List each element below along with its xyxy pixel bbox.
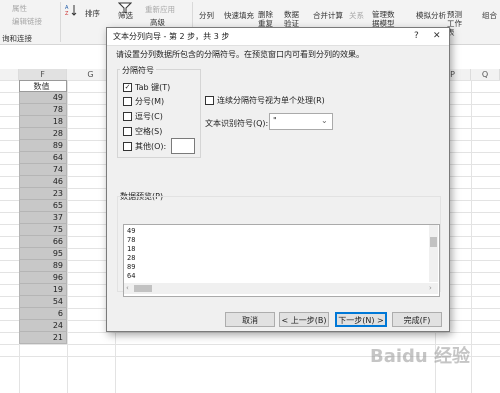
data-cell[interactable]: 49 — [19, 92, 67, 104]
ribbon-group-queries: 询和连接 — [2, 34, 32, 43]
tab-checkbox[interactable]: ✓ — [123, 83, 132, 92]
flash-fill-button[interactable]: 快速填充 — [224, 10, 254, 21]
column-gridline — [67, 80, 68, 393]
data-cell[interactable]: 95 — [19, 248, 67, 260]
ribbon-divider — [60, 2, 61, 42]
filter-button[interactable]: 筛选 — [118, 10, 133, 21]
column-gridline — [471, 80, 472, 393]
qualifier-value: " — [273, 116, 277, 125]
preview-line: 18 — [127, 245, 136, 253]
forecast-sheet-button[interactable]: 预测工作表 — [447, 10, 469, 37]
other-label: 其他(O): — [135, 142, 167, 151]
dialog-title: 文本分列向导 - 第 2 步，共 3 步 — [113, 32, 230, 41]
qualifier-label: 文本识别符号(Q): — [205, 119, 269, 128]
preview-horizontal-scrollbar[interactable]: ‹ › — [124, 283, 438, 294]
data-cell[interactable]: 6 — [19, 308, 67, 320]
corner-cell[interactable] — [0, 69, 19, 80]
finish-button[interactable]: 完成(F) — [392, 312, 442, 327]
chevron-down-icon: ⌄ — [321, 116, 328, 125]
watermark-text: Baidu 经验 — [370, 346, 471, 367]
consolidate-button[interactable]: 合并计算 — [313, 10, 343, 21]
data-cell[interactable]: 54 — [19, 296, 67, 308]
relationships-button[interactable]: 关系 — [349, 10, 364, 21]
semicolon-checkbox[interactable] — [123, 97, 132, 106]
instruction-text: 请设置分列数据所包含的分隔符号。在预览窗口内可看到分列的效果。 — [116, 50, 364, 59]
cancel-button[interactable]: 取消 — [225, 312, 275, 327]
data-cell[interactable]: 18 — [19, 116, 67, 128]
data-cell[interactable]: 19 — [19, 284, 67, 296]
space-checkbox[interactable] — [123, 127, 132, 136]
data-cell[interactable]: 78 — [19, 104, 67, 116]
delimiters-group-label: 分隔符号 — [120, 65, 156, 76]
data-cell[interactable]: 21 — [19, 332, 67, 344]
data-cell[interactable]: 46 — [19, 176, 67, 188]
preview-line: 28 — [127, 254, 136, 262]
preview-pane[interactable]: 49 78 18 28 89 64 ‹ › — [123, 224, 440, 297]
preview-line: 49 — [127, 227, 136, 235]
sort-az-icon[interactable]: AZ — [65, 4, 79, 16]
next-button[interactable]: 下一步(N) > — [335, 312, 387, 327]
data-cell[interactable]: 65 — [19, 200, 67, 212]
vertical-scroll-thumb[interactable] — [430, 237, 437, 247]
preview-line: 64 — [127, 272, 136, 280]
data-cell[interactable]: 96 — [19, 272, 67, 284]
preview-line: 78 — [127, 236, 136, 244]
sort-button[interactable]: 排序 — [85, 8, 100, 19]
data-cell[interactable]: 75 — [19, 224, 67, 236]
help-button[interactable]: ? — [414, 31, 419, 41]
data-cell[interactable]: 89 — [19, 140, 67, 152]
dialog-title-bar: 文本分列向导 - 第 2 步，共 3 步 ? ✕ — [107, 28, 449, 46]
scroll-left-icon[interactable]: ‹ — [126, 284, 129, 292]
horizontal-scroll-thumb[interactable] — [134, 285, 152, 292]
data-cell[interactable]: 89 — [19, 260, 67, 272]
preview-line: 89 — [127, 263, 136, 271]
svg-text:Z: Z — [65, 11, 69, 16]
data-cell[interactable]: 23 — [19, 188, 67, 200]
space-label: 空格(S) — [135, 127, 163, 136]
consecutive-label: 连续分隔符号视为单个处理(R) — [217, 96, 325, 105]
other-checkbox[interactable] — [123, 142, 132, 151]
close-button[interactable]: ✕ — [433, 31, 441, 41]
column-header-q[interactable]: Q — [471, 69, 500, 80]
comma-checkbox[interactable] — [123, 112, 132, 121]
tab-label: Tab 键(T) — [135, 83, 171, 92]
text-to-columns-dialog: 文本分列向导 - 第 2 步，共 3 步 ? ✕ 请设置分列数据所包含的分隔符号… — [106, 27, 450, 332]
row-gridline — [0, 332, 500, 333]
header-cell[interactable]: 数值 — [19, 80, 67, 92]
column-header-f[interactable]: F — [19, 69, 67, 80]
comma-label: 逗号(C) — [135, 112, 163, 121]
data-cell[interactable]: 74 — [19, 164, 67, 176]
qualifier-select[interactable]: " ⌄ — [269, 113, 333, 130]
ribbon-edit-links[interactable]: 编辑链接 — [12, 16, 42, 27]
scroll-right-icon[interactable]: › — [429, 284, 432, 292]
data-validation-button[interactable]: 数据验证 — [284, 10, 306, 28]
data-cell[interactable]: 37 — [19, 212, 67, 224]
group-button[interactable]: 组合 — [482, 10, 497, 21]
reapply-button[interactable]: 重新应用 — [145, 4, 175, 15]
other-delimiter-input[interactable] — [171, 138, 195, 154]
data-cell[interactable]: 24 — [19, 320, 67, 332]
back-button[interactable]: < 上一步(B) — [279, 312, 329, 327]
data-cell[interactable]: 66 — [19, 236, 67, 248]
data-cell[interactable]: 64 — [19, 152, 67, 164]
text-to-columns-button[interactable]: 分列 — [199, 10, 214, 21]
preview-vertical-scrollbar[interactable] — [429, 225, 438, 282]
what-if-analysis-button[interactable]: 模拟分析 — [416, 10, 446, 21]
consecutive-checkbox[interactable] — [205, 96, 214, 105]
manage-data-model-button[interactable]: 管理数据模型 — [372, 10, 398, 28]
semicolon-label: 分号(M) — [135, 97, 165, 106]
data-cell[interactable]: 28 — [19, 128, 67, 140]
ribbon-properties[interactable]: 属性 — [12, 3, 27, 14]
